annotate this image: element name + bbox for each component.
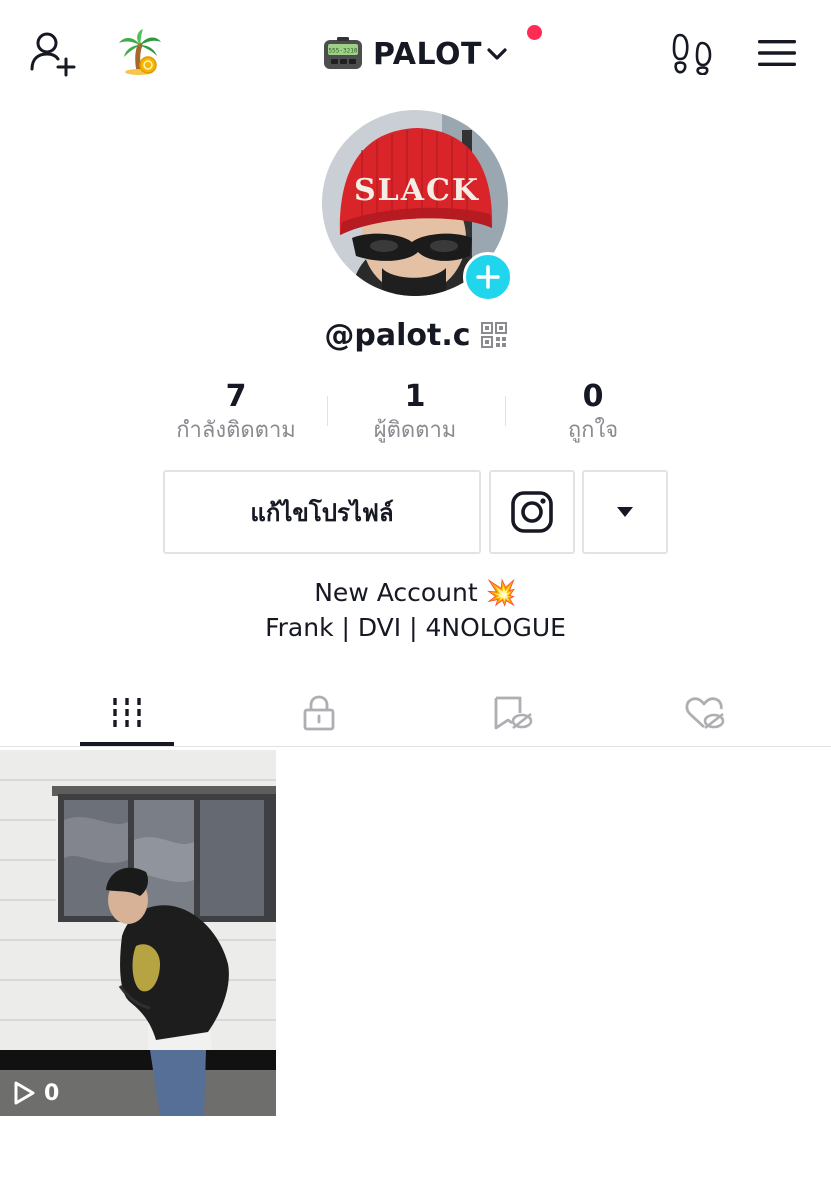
- lock-icon: [303, 695, 335, 731]
- video-thumbnail[interactable]: 0: [0, 750, 276, 1116]
- hat-text: SLACK: [354, 173, 480, 208]
- bio-line-1: New Account 💥: [0, 578, 831, 608]
- chevron-down-icon: [487, 48, 507, 60]
- followers-count: 1: [404, 379, 426, 414]
- username: @palot.c: [324, 317, 471, 353]
- footprints-button[interactable]: [668, 28, 716, 78]
- qr-code-icon[interactable]: [480, 322, 507, 348]
- grid-bars-icon: [113, 698, 141, 728]
- tab-liked[interactable]: [610, 682, 800, 744]
- edit-profile-label: แก้ไขโปรไฟล์: [250, 498, 394, 527]
- username-row: @palot.c: [0, 312, 831, 358]
- bio-line-2: Frank | DVI | 4NOLOGUE: [265, 613, 566, 642]
- account-title: PALOT: [373, 36, 482, 72]
- edit-profile-button[interactable]: แก้ไขโปรไฟล์: [163, 470, 481, 554]
- play-icon: [14, 1081, 35, 1105]
- following-count: 7: [225, 379, 247, 414]
- pager-display: 555-3210: [329, 48, 358, 55]
- instagram-icon: [511, 491, 553, 533]
- more-options-button[interactable]: [582, 470, 668, 554]
- notification-dot: [527, 25, 542, 40]
- pager-icon: 555-3210: [324, 37, 363, 69]
- likes-count: 0: [582, 379, 604, 414]
- likes-label: ถูกใจ: [567, 418, 619, 443]
- video-thumbnail-image: [0, 750, 276, 1116]
- tab-videos[interactable]: [32, 682, 222, 744]
- tab-divider: [0, 746, 831, 747]
- footprints-icon: [672, 33, 712, 75]
- stat-followers[interactable]: 1 ผู้ติดตาม: [325, 378, 505, 446]
- stat-likes[interactable]: 0 ถูกใจ: [503, 378, 683, 446]
- hamburger-menu-icon: [758, 40, 796, 66]
- stat-following[interactable]: 7 กำลังติดตาม: [146, 378, 326, 446]
- explosion-emoji: 💥: [485, 578, 517, 607]
- plus-icon: [476, 265, 500, 289]
- instagram-button[interactable]: [489, 470, 575, 554]
- tab-bookmarks[interactable]: [418, 682, 608, 744]
- add-avatar-button[interactable]: [463, 252, 513, 302]
- caret-down-icon: [617, 507, 633, 517]
- menu-button[interactable]: [754, 36, 800, 70]
- heart-hidden-icon: [685, 697, 725, 730]
- bookmark-hidden-icon: [494, 696, 533, 730]
- followers-label: ผู้ติดตาม: [373, 418, 457, 443]
- view-count: 0: [12, 1080, 59, 1106]
- tab-private[interactable]: [224, 682, 414, 744]
- bio-text-1: New Account: [314, 578, 478, 607]
- following-label: กำลังติดตาม: [176, 418, 296, 443]
- view-count-number: 0: [44, 1080, 60, 1106]
